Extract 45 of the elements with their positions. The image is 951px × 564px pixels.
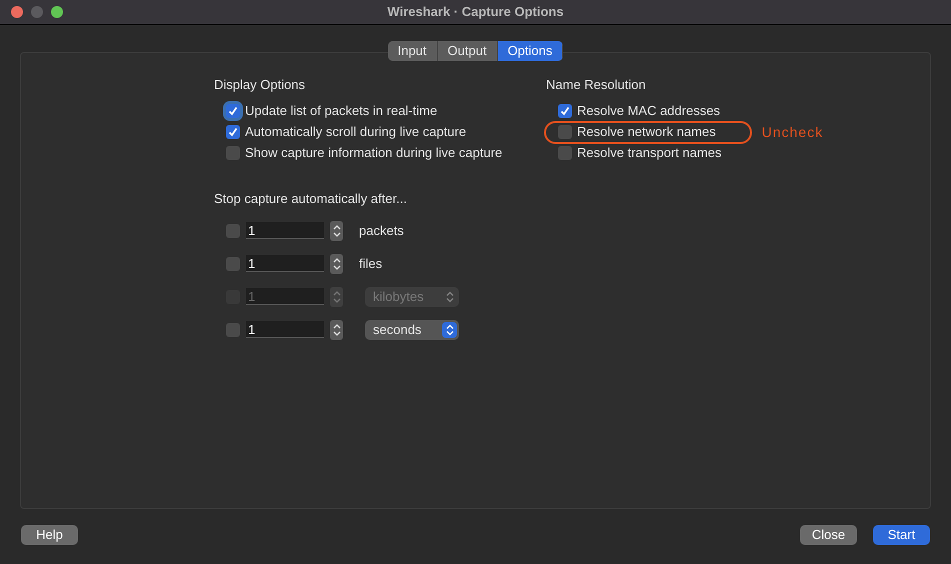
- checkbox[interactable]: [558, 125, 572, 139]
- stepper-control[interactable]: [330, 220, 343, 240]
- stepper-control[interactable]: [330, 320, 343, 340]
- checkbox[interactable]: [226, 125, 240, 139]
- section-heading: Name Resolution: [546, 76, 647, 94]
- checkmark-icon: [228, 106, 238, 116]
- checkbox[interactable]: [226, 104, 240, 118]
- checkmark-icon: [560, 106, 570, 116]
- window-title: Wireshark · Capture Options: [387, 3, 564, 22]
- up-down-arrows-icon: [332, 256, 340, 270]
- unit-label: packets: [359, 222, 404, 240]
- checkbox[interactable]: [226, 322, 240, 336]
- section-heading: Stop capture automatically after...: [214, 190, 408, 208]
- checkmark-icon: [228, 127, 238, 137]
- checkbox[interactable]: [558, 146, 572, 160]
- checkbox-label: Resolve transport names: [577, 144, 722, 162]
- checkbox-label: Automatically scroll during live capture: [245, 123, 466, 142]
- tab[interactable]: Input: [388, 41, 438, 61]
- section-heading: Display Options: [214, 76, 306, 94]
- checkbox-label: Update list of packets in real-time: [245, 102, 438, 120]
- checkbox[interactable]: [558, 104, 572, 118]
- close-window-button[interactable]: [11, 6, 23, 18]
- checkbox-label: Resolve MAC addresses: [577, 102, 720, 120]
- stepper-control[interactable]: [330, 254, 343, 274]
- dialog-button[interactable]: Start: [873, 525, 930, 545]
- number-field[interactable]: 1: [246, 255, 324, 272]
- checkbox[interactable]: [226, 256, 240, 270]
- unit-label: files: [359, 254, 382, 273]
- dropdown-arrows-icon: [442, 322, 457, 338]
- up-down-arrows-icon: [332, 224, 340, 238]
- dialog-button[interactable]: Close: [800, 525, 857, 545]
- up-down-arrows-icon: [332, 290, 340, 304]
- zoom-window-button[interactable]: [51, 6, 63, 18]
- unit-dropdown[interactable]: seconds: [365, 320, 459, 340]
- minimize-window-button[interactable]: [31, 6, 43, 18]
- number-field[interactable]: 1: [246, 222, 324, 239]
- dialog-button[interactable]: Help: [21, 525, 78, 545]
- checkbox[interactable]: [226, 146, 240, 160]
- checkbox[interactable]: [226, 224, 240, 238]
- checkbox-label: Resolve network names: [577, 123, 716, 142]
- annotation-text: Uncheck: [762, 122, 824, 142]
- number-field[interactable]: 1: [246, 321, 324, 338]
- tab[interactable]: Options: [498, 41, 564, 61]
- checkbox-label: Show capture information during live capture: [245, 144, 502, 162]
- up-down-arrows-icon: [332, 322, 340, 336]
